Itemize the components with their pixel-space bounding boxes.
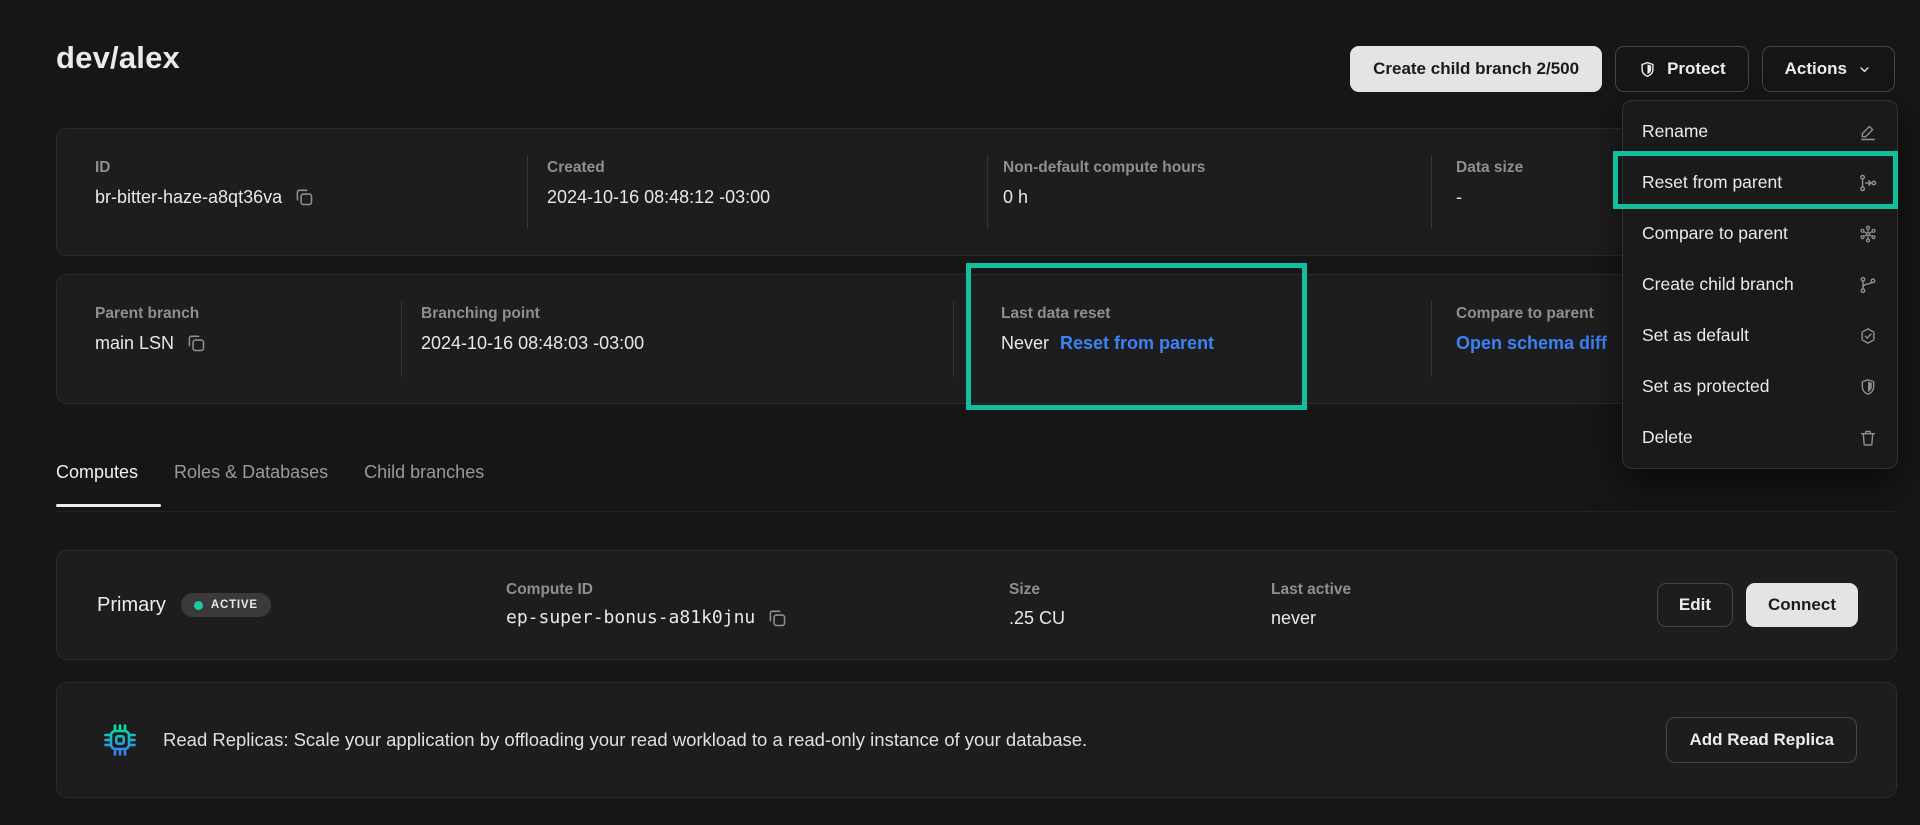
cpu-chip-icon <box>101 721 139 759</box>
last-active-label: Last active <box>1271 580 1657 600</box>
last-active-value: never <box>1271 606 1316 630</box>
menu-item-label: Set as protected <box>1642 376 1769 397</box>
compute-hours-value: 0 h <box>1003 185 1028 209</box>
divider <box>1431 155 1432 229</box>
branch-page: dev/alex Create child branch 2/500 Prote… <box>0 0 1920 825</box>
connect-button[interactable]: Connect <box>1746 583 1858 627</box>
status-badge: ACTIVE <box>181 593 271 617</box>
last-data-reset-value: Never <box>1001 331 1049 355</box>
last-data-reset-cell: Last data reset Never Reset from parent <box>953 275 1431 403</box>
divider <box>1431 301 1432 377</box>
add-read-replica-button[interactable]: Add Read Replica <box>1666 717 1857 763</box>
compute-size-value: .25 CU <box>1009 606 1065 630</box>
create-child-branch-button[interactable]: Create child branch 2/500 <box>1350 46 1602 92</box>
compute-buttons: Edit Connect <box>1657 583 1858 627</box>
page-title: dev/alex <box>56 40 180 76</box>
shield-icon <box>1858 377 1878 397</box>
created-value: 2024-10-16 08:48:12 -03:00 <box>547 185 770 209</box>
tab-child-branches[interactable]: Child branches <box>364 462 484 483</box>
compute-size-label: Size <box>1009 580 1271 600</box>
data-size-value: - <box>1456 185 1462 209</box>
compute-name: Primary <box>97 594 166 617</box>
parent-branch-label: Parent branch <box>95 304 401 324</box>
tab-bar: Computes Roles & Databases Child branche… <box>56 462 484 483</box>
menu-item-create-child-branch[interactable]: Create child branch <box>1623 259 1897 310</box>
edit-button[interactable]: Edit <box>1657 583 1733 627</box>
menu-item-label: Create child branch <box>1642 274 1794 295</box>
chevron-down-icon <box>1857 62 1872 77</box>
compute-hours-label: Non-default compute hours <box>1003 158 1431 178</box>
menu-item-label: Set as default <box>1642 325 1749 346</box>
compute-id-value: ep-super-bonus-a81k0jnu <box>506 606 755 630</box>
actions-button-label: Actions <box>1785 59 1847 79</box>
branch-id-label: ID <box>95 158 527 178</box>
menu-item-label: Rename <box>1642 121 1708 142</box>
compute-id-col: Compute ID ep-super-bonus-a81k0jnu <box>506 580 1009 630</box>
tab-roles-databases[interactable]: Roles & Databases <box>174 462 328 483</box>
pencil-icon <box>1858 122 1878 142</box>
menu-item-compare-to-parent[interactable]: Compare to parent <box>1623 208 1897 259</box>
active-tab-underline <box>56 504 161 507</box>
menu-item-set-as-default[interactable]: Set as default <box>1623 310 1897 361</box>
parent-branch-value: main LSN <box>95 331 174 355</box>
menu-item-label: Compare to parent <box>1642 223 1788 244</box>
menu-item-set-as-protected[interactable]: Set as protected <box>1623 361 1897 412</box>
menu-item-label: Delete <box>1642 427 1693 448</box>
menu-item-reset-from-parent[interactable]: Reset from parent <box>1623 157 1897 208</box>
read-replicas-row: Read Replicas: Scale your application by… <box>56 682 1897 798</box>
last-data-reset-label: Last data reset <box>1001 304 1431 324</box>
compute-last-active-col: Last active never <box>1271 580 1657 630</box>
branching-point-value: 2024-10-16 08:48:03 -03:00 <box>421 331 644 355</box>
schema-diff-icon <box>1858 224 1878 244</box>
branch-id-cell: ID br-bitter-haze-a8qt36va <box>57 129 527 255</box>
menu-item-delete[interactable]: Delete <box>1623 412 1897 463</box>
parent-branch-cell: Parent branch main LSN <box>57 275 401 403</box>
branch-relations-card: Parent branch main LSN Branching point 2… <box>56 274 1897 404</box>
branch-info-card: ID br-bitter-haze-a8qt36va Created 2024-… <box>56 128 1897 256</box>
compute-hours-cell: Non-default compute hours 0 h <box>987 129 1431 255</box>
copy-icon[interactable] <box>766 607 788 629</box>
created-cell: Created 2024-10-16 08:48:12 -03:00 <box>527 129 987 255</box>
branching-point-label: Branching point <box>421 304 953 324</box>
compute-row: Primary ACTIVE Compute ID ep-super-bonus… <box>56 550 1897 660</box>
trash-icon <box>1858 428 1878 448</box>
menu-item-label: Reset from parent <box>1642 172 1782 193</box>
open-schema-diff-link[interactable]: Open schema diff <box>1456 331 1607 355</box>
compute-size-col: Size .25 CU <box>1009 580 1271 630</box>
reset-branch-icon <box>1858 173 1878 193</box>
actions-button[interactable]: Actions <box>1762 46 1895 92</box>
divider <box>401 301 402 377</box>
reset-from-parent-link[interactable]: Reset from parent <box>1060 331 1214 355</box>
copy-icon[interactable] <box>293 186 315 208</box>
tabs-separator <box>56 511 1897 512</box>
compute-id-label: Compute ID <box>506 580 1009 600</box>
branching-point-cell: Branching point 2024-10-16 08:48:03 -03:… <box>401 275 953 403</box>
git-branch-icon <box>1858 275 1878 295</box>
protect-button[interactable]: Protect <box>1615 46 1749 92</box>
status-badge-label: ACTIVE <box>211 599 258 611</box>
protect-button-label: Protect <box>1667 59 1726 79</box>
actions-menu: Rename Reset from parent Compare to pare… <box>1622 100 1898 469</box>
menu-item-rename[interactable]: Rename <box>1623 106 1897 157</box>
read-replicas-description: Read Replicas: Scale your application by… <box>163 729 1666 751</box>
divider <box>527 155 528 229</box>
tab-computes[interactable]: Computes <box>56 462 138 483</box>
compute-name-col: Primary ACTIVE <box>57 593 506 617</box>
active-dot-icon <box>194 601 203 610</box>
created-label: Created <box>547 158 987 178</box>
badge-check-icon <box>1858 326 1878 346</box>
divider <box>953 301 954 377</box>
copy-icon[interactable] <box>185 332 207 354</box>
divider <box>987 155 988 229</box>
shield-icon <box>1638 60 1657 79</box>
topbar: Create child branch 2/500 Protect Action… <box>1350 46 1895 92</box>
branch-id-value: br-bitter-haze-a8qt36va <box>95 185 282 209</box>
